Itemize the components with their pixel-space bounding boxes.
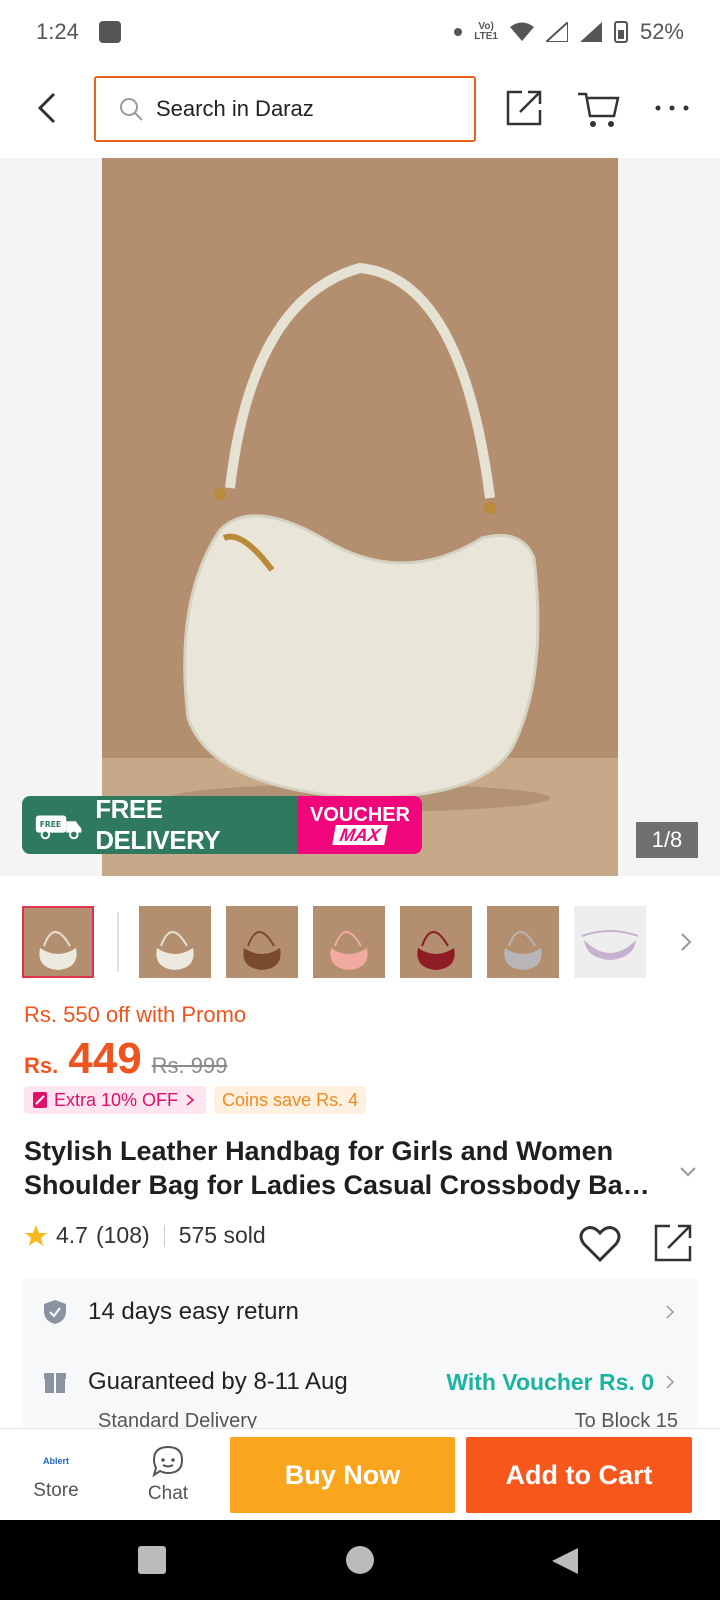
- delivery-truck-icon: FREE: [35, 815, 82, 840]
- discount-badges: Extra 10% OFF Coins save Rs. 4: [24, 1086, 367, 1114]
- delivery-row[interactable]: Guaranteed by 8-11 Aug With Voucher Rs. …: [42, 1364, 678, 1400]
- search-placeholder: Search in Daraz: [156, 96, 314, 121]
- thumbnail-4[interactable]: [313, 906, 385, 978]
- back-nav-icon[interactable]: [550, 1546, 580, 1576]
- battery-icon: [613, 21, 628, 43]
- free-delivery-badge: FREE FREE DELIVERY: [22, 796, 298, 854]
- delivery-date-text: Guaranteed by 8-11 Aug: [88, 1368, 348, 1395]
- system-navigation-bar: [0, 1520, 720, 1600]
- cart-icon[interactable]: [576, 86, 620, 130]
- wifi-icon: [509, 22, 534, 41]
- original-price: Rs. 999: [151, 1053, 228, 1078]
- extra-off-text: Extra 10% OFF: [54, 1089, 179, 1110]
- chat-button[interactable]: Chat: [112, 1445, 224, 1505]
- free-tag: FREE: [40, 820, 61, 829]
- coupon-icon: [33, 1092, 47, 1108]
- chat-label: Chat: [147, 1482, 189, 1504]
- chevron-right-icon: [666, 1375, 675, 1389]
- chevron-right-icon: [666, 1305, 675, 1319]
- top-nav: Search in Daraz: [0, 72, 720, 144]
- product-title-line-2: Shoulder Bag for Ladies Casual Crossbody…: [24, 1170, 664, 1200]
- back-arrow-icon[interactable]: [28, 86, 68, 130]
- more-options-icon[interactable]: [650, 86, 694, 130]
- free-delivery-banner: FREE FREE DELIVERY VOUCHER MAX: [22, 796, 422, 854]
- thumbnail-3[interactable]: [226, 906, 298, 978]
- chevron-down-icon[interactable]: [676, 1160, 700, 1184]
- signal-icon-2: [579, 22, 602, 42]
- sold-count: 575 sold: [178, 1222, 266, 1248]
- thumbnail-7[interactable]: [574, 906, 646, 978]
- rating-row[interactable]: 4.7 (108) 575 sold: [24, 1222, 266, 1249]
- product-title-line-1: Stylish Leather Handbag for Girls and Wo…: [24, 1136, 614, 1166]
- store-label: Store: [33, 1479, 79, 1501]
- status-indicators: Vo) LTE1 52%: [454, 19, 684, 45]
- store-button[interactable]: Ablert Store: [0, 1448, 112, 1502]
- thumbnail-6[interactable]: [487, 906, 559, 978]
- price-currency: Rs.: [24, 1053, 59, 1078]
- easy-return-text: 14 days easy return: [88, 1298, 299, 1325]
- add-to-cart-button[interactable]: Add to Cart: [466, 1437, 692, 1513]
- thumbnail-1[interactable]: [22, 906, 94, 978]
- delivery-destination-text: To Block 15: [574, 1410, 678, 1428]
- service-card: 14 days easy return Guaranteed by 8-11 A…: [22, 1278, 698, 1428]
- chevron-right-icon: [186, 1094, 195, 1106]
- store-logo: Ablert: [42, 1455, 69, 1466]
- recents-button[interactable]: [138, 1546, 166, 1574]
- share-icon[interactable]: [502, 86, 546, 130]
- coins-save-badge: Coins save Rs. 4: [214, 1086, 367, 1114]
- thumbnail-strip: [22, 904, 698, 980]
- home-button[interactable]: [346, 1546, 374, 1574]
- voucher-max-badge: VOUCHER MAX: [298, 796, 422, 854]
- action-bar: Ablert Store Chat Buy Now Add to Cart: [0, 1428, 720, 1520]
- promo-discount-text: Rs. 550 off with Promo: [24, 1002, 247, 1027]
- thumbnail-2[interactable]: [139, 906, 211, 978]
- status-bar: 1:24 Vo) LTE1 52%: [0, 0, 720, 64]
- delivery-type-text: Standard Delivery: [98, 1410, 257, 1428]
- voucher-text: VOUCHER: [309, 804, 410, 826]
- volte-icon: Vo) LTE1: [474, 21, 498, 42]
- search-input[interactable]: Search in Daraz: [94, 76, 476, 142]
- voucher-max-text: MAX: [332, 825, 388, 845]
- status-time: 1:24: [36, 19, 79, 44]
- coins-save-text: Coins save Rs. 4: [222, 1089, 359, 1110]
- heart-icon[interactable]: [578, 1222, 622, 1264]
- rating-count: (108): [95, 1222, 150, 1248]
- notification-dot-icon: [454, 28, 463, 36]
- product-main-image[interactable]: [102, 158, 618, 876]
- price-value: 449: [68, 1034, 142, 1083]
- voucher-delivery-text: With Voucher Rs. 0: [446, 1368, 654, 1395]
- rating-score: 4.7: [56, 1222, 88, 1248]
- free-delivery-text: FREE DELIVERY: [95, 796, 221, 854]
- extra-off-badge[interactable]: Extra 10% OFF: [24, 1086, 207, 1114]
- share-icon[interactable]: [652, 1222, 694, 1264]
- product-title: Stylish Leather Handbag for Girls and Wo…: [24, 1134, 664, 1202]
- battery-percent: 52%: [639, 19, 684, 44]
- buy-now-button[interactable]: Buy Now: [230, 1437, 455, 1513]
- search-icon: [120, 98, 143, 121]
- star-icon: [25, 1224, 47, 1246]
- easy-return-row[interactable]: 14 days easy return: [42, 1294, 678, 1330]
- image-counter: 1/8: [636, 822, 698, 858]
- rating-divider: [163, 1224, 165, 1247]
- app-notification-icon: [98, 21, 121, 43]
- shield-check-icon: [44, 1300, 66, 1324]
- thumbnail-divider: [117, 912, 119, 972]
- package-icon: [44, 1373, 66, 1393]
- price-row: Rs. 449 Rs. 999: [24, 1034, 228, 1084]
- product-gallery[interactable]: FREE FREE DELIVERY VOUCHER MAX 1/8: [0, 158, 720, 876]
- thumbnail-5[interactable]: [400, 906, 472, 978]
- chevron-right-icon[interactable]: [674, 930, 698, 954]
- chat-icon: [152, 1445, 184, 1477]
- signal-icon: [545, 22, 568, 42]
